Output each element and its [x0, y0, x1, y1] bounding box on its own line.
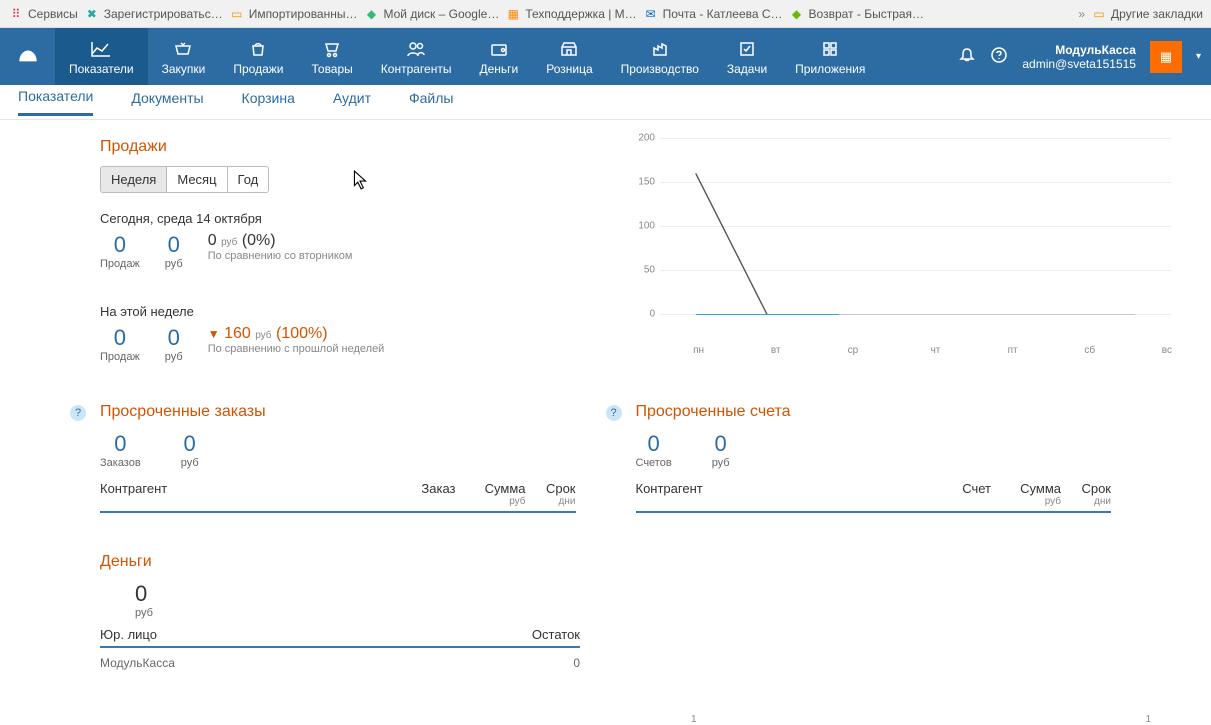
check-square-icon [738, 38, 756, 60]
chevron-down-icon[interactable]: ▾ [1196, 51, 1201, 62]
help-icon[interactable]: ? [606, 405, 622, 421]
subnav-trash[interactable]: Корзина [242, 90, 295, 115]
today-sales-count: 0 Продаж [100, 232, 140, 270]
bag-icon [249, 38, 267, 60]
store-icon [559, 38, 579, 60]
money-chart-axis: 1 1 [691, 714, 1151, 725]
invoices-table-header: Контрагент Счет Суммаруб Срокдни [636, 481, 1112, 513]
subnav-indicators[interactable]: Показатели [18, 88, 93, 116]
sales-chart: 200 150 100 50 0 пн вт ср чт пт сб вс [620, 138, 1171, 338]
week-comparison: ▼ 160 руб (100%) По сравнению с прошлой … [208, 325, 385, 355]
money-table-header: Юр. лицо Остаток [100, 627, 580, 648]
nav-contractors[interactable]: Контрагенты [367, 28, 466, 85]
bookmark-register[interactable]: ✖Зарегистрироватьс… [84, 6, 223, 22]
factory-icon [650, 38, 670, 60]
nav-indicators[interactable]: Показатели [55, 28, 148, 85]
user-block[interactable]: МодульКасса admin@sveta151515 [1022, 43, 1136, 71]
week-rub-count: 0 руб [165, 325, 183, 363]
today-comparison: 0 руб (0%) По сравнению со вторником [208, 232, 353, 262]
bookmark-services[interactable]: ⠿Сервисы [8, 6, 78, 22]
sub-nav: Показатели Документы Корзина Аудит Файлы [0, 85, 1211, 120]
money-amount: 0 руб [135, 581, 1111, 619]
overdue-orders-title: Просроченные заказы [100, 403, 576, 421]
bookmarks-bar: ⠿Сервисы ✖Зарегистрироватьс… ▭Импортиров… [0, 0, 1211, 28]
tab-month[interactable]: Месяц [167, 167, 227, 192]
nav-apps[interactable]: Приложения [781, 28, 879, 85]
people-icon [405, 38, 427, 60]
orders-table-header: Контрагент Заказ Суммаруб Срокдни [100, 481, 576, 513]
bookmark-mail[interactable]: ✉Почта - Катлеева С… [643, 6, 783, 22]
chart-line-icon [90, 38, 112, 60]
money-title: Деньги [100, 553, 1111, 571]
bookmark-support[interactable]: ▦Техподдержка | М… [505, 6, 636, 22]
shopping-cart-icon [322, 38, 342, 60]
grid-icon [821, 38, 839, 60]
arrow-down-icon: ▼ [208, 327, 220, 341]
subnav-audit[interactable]: Аудит [333, 90, 371, 115]
money-section: Деньги 0 руб Юр. лицо Остаток МодульКасс… [0, 553, 1211, 670]
money-row: МодульКасса 0 [100, 648, 580, 670]
nav-production[interactable]: Производство [607, 28, 713, 85]
subnav-documents[interactable]: Документы [131, 90, 203, 115]
nav-money[interactable]: Деньги [465, 28, 532, 85]
invoices-count: 0 Счетов [636, 431, 672, 469]
subnav-files[interactable]: Файлы [409, 90, 453, 115]
user-company: МодульКасса [1022, 43, 1136, 57]
help-icon[interactable] [990, 46, 1008, 67]
top-nav: Показатели Закупки Продажи Товары Контра… [0, 28, 1211, 85]
overdue-invoices-title: Просроченные счета [636, 403, 1112, 421]
nav-purchases[interactable]: Закупки [148, 28, 220, 85]
bookmarks-more-icon[interactable]: » [1078, 7, 1085, 21]
week-sales-count: 0 Продаж [100, 325, 140, 363]
bookmark-other[interactable]: ▭Другие закладки [1091, 6, 1203, 22]
tab-week[interactable]: Неделя [101, 167, 167, 192]
nav-goods[interactable]: Товары [298, 28, 367, 85]
user-avatar[interactable]: ▦ [1150, 41, 1182, 73]
wallet-icon [489, 38, 509, 60]
orders-count: 0 Заказов [100, 431, 141, 469]
tab-year[interactable]: Год [228, 167, 269, 192]
sales-title: Продажи [100, 138, 580, 156]
period-tabs: Неделя Месяц Год [100, 166, 269, 193]
nav-retail[interactable]: Розница [532, 28, 606, 85]
nav-tasks[interactable]: Задачи [713, 28, 781, 85]
today-rub-count: 0 руб [165, 232, 183, 270]
overdue-orders-section: ? Просроченные заказы 0 Заказов 0 руб Ко… [100, 403, 576, 513]
invoices-rub: 0 руб [712, 431, 730, 469]
app-logo[interactable] [0, 28, 55, 85]
bookmark-return[interactable]: ◆Возврат - Быстрая… [789, 6, 925, 22]
orders-rub: 0 руб [181, 431, 199, 469]
week-label: На этой неделе [100, 304, 580, 319]
bookmark-drive[interactable]: ◆Мой диск – Google… [363, 6, 499, 22]
cursor-icon [353, 170, 367, 190]
help-icon[interactable]: ? [70, 405, 86, 421]
overdue-invoices-section: ? Просроченные счета 0 Счетов 0 руб Конт… [636, 403, 1112, 513]
bookmark-imported[interactable]: ▭Импортированны… [229, 6, 358, 22]
today-label: Сегодня, среда 14 октября [100, 211, 580, 226]
cart-in-icon [173, 38, 193, 60]
nav-sales[interactable]: Продажи [219, 28, 297, 85]
user-login: admin@sveta151515 [1022, 57, 1136, 71]
bell-icon[interactable] [958, 46, 976, 67]
